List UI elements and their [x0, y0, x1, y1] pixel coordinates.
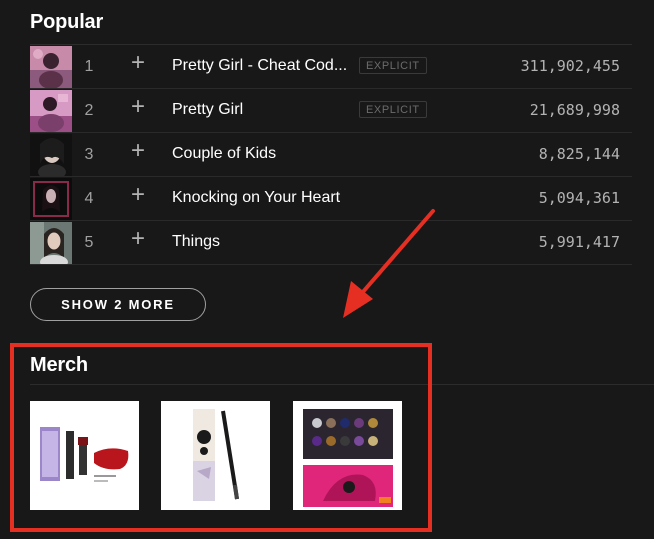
annotation-arrow-icon — [343, 209, 435, 318]
